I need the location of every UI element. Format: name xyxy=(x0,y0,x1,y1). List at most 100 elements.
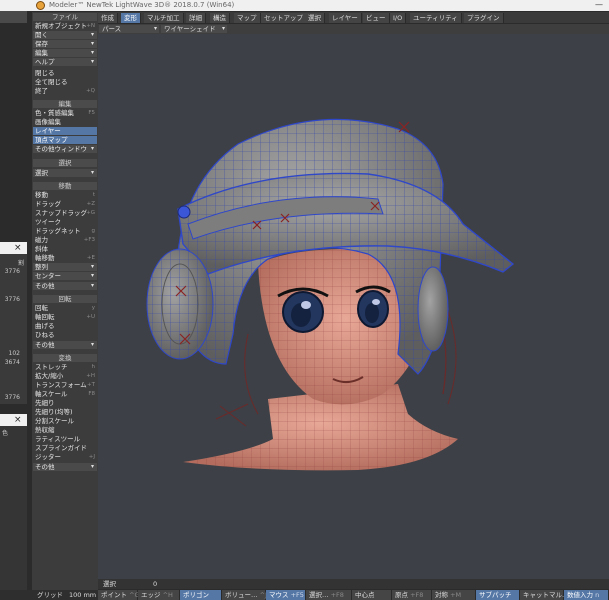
tab-select[interactable]: 選択 xyxy=(305,13,325,23)
menu-tabs: 作成 変形 マルチ加工 詳細 構造 マップ セットアップ 選択 レイヤー ビュー… xyxy=(98,12,609,23)
chevron-down-icon: ▾ xyxy=(90,263,94,270)
select-dropdown[interactable]: 選択 ▾ xyxy=(33,169,97,177)
selection-button[interactable]: 選択… +F8 xyxy=(306,590,352,600)
symmetry-button[interactable]: 対称 +M xyxy=(432,590,476,600)
shading-mode-select[interactable]: ワイヤーシェイド ▾ xyxy=(161,25,227,33)
drag-net-button[interactable]: ドラッグネット g xyxy=(33,227,97,235)
tool-panel: ファイル 新規オブジェクト +N 開く ▾ 保存 ▾ 編集 ▾ ヘルプ ▾ 閉じる 全て閉… xyxy=(32,12,98,590)
rotate-button[interactable]: 回転 y xyxy=(33,304,97,312)
taper-constant-button[interactable]: 先細り(均等) xyxy=(33,408,97,416)
axis-rotate-button[interactable]: 軸回転 +U xyxy=(33,313,97,321)
tab-map[interactable]: マップ xyxy=(234,13,261,23)
rotate-other-dropdown[interactable]: その他 ▾ xyxy=(33,341,97,349)
segment-scale-button[interactable]: 分割スケール xyxy=(33,417,97,425)
tab-io[interactable]: I/O xyxy=(390,13,407,23)
tab-modify[interactable]: 変形 xyxy=(121,13,141,23)
chevron-down-icon: ▾ xyxy=(90,40,94,47)
save-dropdown[interactable]: 保存 ▾ xyxy=(33,40,97,48)
mouse-button[interactable]: マウス +F5 xyxy=(266,590,306,600)
vertex-map-button[interactable]: 頂点マップ xyxy=(33,136,97,144)
layer-button[interactable]: レイヤー xyxy=(33,127,97,135)
transform-other-dropdown[interactable]: その他 ▾ xyxy=(33,463,97,471)
background-value: 3776 xyxy=(4,296,20,303)
tab-detail[interactable]: 詳細 xyxy=(186,13,206,23)
align-dropdown[interactable]: 整列 ▾ xyxy=(33,263,97,271)
center-point-button[interactable]: 中心点 xyxy=(352,590,392,600)
chevron-down-icon: ▾ xyxy=(90,341,94,348)
tab-construct[interactable]: 構造 xyxy=(210,13,230,23)
origin-button[interactable]: 原点 +F8 xyxy=(392,590,432,600)
tab-create[interactable]: 作成 xyxy=(98,13,118,23)
lattice-tool-button[interactable]: ラティスツール xyxy=(33,435,97,443)
background-field-label: 割 xyxy=(17,260,24,267)
edit-dropdown[interactable]: 編集 ▾ xyxy=(33,49,97,57)
twist-button[interactable]: ひねる xyxy=(33,331,97,339)
background-window-mid xyxy=(0,254,27,404)
view-type-select[interactable]: パース ▾ xyxy=(99,25,159,33)
volume-mode-button[interactable]: ボリュー… ^J xyxy=(222,590,267,600)
image-edit-button[interactable]: 画像編集 xyxy=(33,118,97,126)
numeric-input-button[interactable]: 数値入力 n xyxy=(564,590,609,600)
tab-utility[interactable]: ユーティリティ xyxy=(410,13,462,23)
background-value: 3776 xyxy=(4,268,20,275)
catmull-button[interactable]: キャットマル… xyxy=(520,590,569,600)
magnet-button[interactable]: 磁力 +F3 xyxy=(33,236,97,244)
chevron-down-icon: ▾ xyxy=(90,31,94,38)
grid-label: グリッド xyxy=(37,591,63,599)
background-close-icon[interactable]: × xyxy=(0,414,27,426)
tab-multiply[interactable]: マルチ加工 xyxy=(144,13,184,23)
viewport-perspective[interactable] xyxy=(98,34,609,579)
grid-value: 100 mm xyxy=(69,591,97,599)
chevron-down-icon: ▾ xyxy=(90,272,94,279)
tab-layer[interactable]: レイヤー xyxy=(329,13,362,23)
drag-button[interactable]: ドラッグ +Z xyxy=(33,200,97,208)
chevron-down-icon: ▾ xyxy=(221,25,225,32)
scale-button[interactable]: 拡大/縮小 +H xyxy=(33,372,97,380)
title-bar: Modeler™ NewTek LightWave 3D® 2018.0.7 (… xyxy=(0,0,609,11)
close-button[interactable]: 閉じる xyxy=(33,69,97,77)
move-button[interactable]: 移動 t xyxy=(33,191,97,199)
quit-button[interactable]: 終了 +Q xyxy=(33,87,97,95)
jitter-button[interactable]: ジッター +J xyxy=(33,453,97,461)
axis-scale-button[interactable]: 軸スケール F8 xyxy=(33,390,97,398)
background-close-icon[interactable]: × xyxy=(0,242,27,254)
section-header-file: ファイル xyxy=(33,13,97,21)
help-dropdown[interactable]: ヘルプ ▾ xyxy=(33,58,97,66)
open-dropdown[interactable]: 開く ▾ xyxy=(33,31,97,39)
point-mode-button[interactable]: ポイント ^G xyxy=(98,590,140,600)
chevron-down-icon: ▾ xyxy=(153,25,157,32)
app-logo-icon xyxy=(36,1,45,10)
section-header-move: 移動 xyxy=(33,182,97,190)
background-window-top xyxy=(0,11,27,23)
viewport-header: パース ▾ ワイヤーシェイド ▾ xyxy=(98,24,609,34)
transform-button[interactable]: トランスフォーム +T xyxy=(33,381,97,389)
background-label: 色 xyxy=(2,430,9,437)
chevron-down-icon: ▾ xyxy=(90,169,94,176)
new-object-button[interactable]: 新規オブジェクト +N xyxy=(33,22,97,30)
heat-shrink-button[interactable]: 熱収縮 xyxy=(33,426,97,434)
tab-view[interactable]: ビュー xyxy=(363,13,390,23)
stretch-button[interactable]: ストレッチ h xyxy=(33,363,97,371)
tab-plugin[interactable]: プラグイン xyxy=(464,13,504,23)
minimize-button[interactable]: — xyxy=(589,0,609,11)
bend-button[interactable]: 曲げる xyxy=(33,322,97,330)
move-other-dropdown[interactable]: その他 ▾ xyxy=(33,282,97,290)
edge-mode-button[interactable]: エッジ ^H xyxy=(138,590,180,600)
tweak-button[interactable]: ツイーク xyxy=(33,218,97,226)
taper-button[interactable]: 先細り xyxy=(33,399,97,407)
model-render xyxy=(146,118,515,471)
other-window-dropdown[interactable]: その他ウィンドウ ▾ xyxy=(33,145,97,153)
spline-guide-button[interactable]: スプラインガイド xyxy=(33,444,97,452)
color-texture-button[interactable]: 色・質感編集 F5 xyxy=(33,109,97,117)
jitter-move-button[interactable]: 斜体 xyxy=(33,245,97,253)
subpatch-button[interactable]: サブパッチ xyxy=(476,590,520,600)
tab-setup[interactable]: セットアップ xyxy=(261,13,307,23)
background-value: 3674 xyxy=(4,359,20,366)
snap-drag-button[interactable]: スナップドラッグ +G xyxy=(33,209,97,217)
close-all-button[interactable]: 全て閉じる xyxy=(33,78,97,86)
axis-move-button[interactable]: 軸移動 +E xyxy=(33,254,97,262)
window-title: Modeler™ NewTek LightWave 3D® 2018.0.7 (… xyxy=(49,1,235,9)
polygon-mode-button[interactable]: ポリゴン xyxy=(180,590,222,600)
section-header-edit: 編集 xyxy=(33,100,97,108)
center-dropdown[interactable]: センター ▾ xyxy=(33,272,97,280)
